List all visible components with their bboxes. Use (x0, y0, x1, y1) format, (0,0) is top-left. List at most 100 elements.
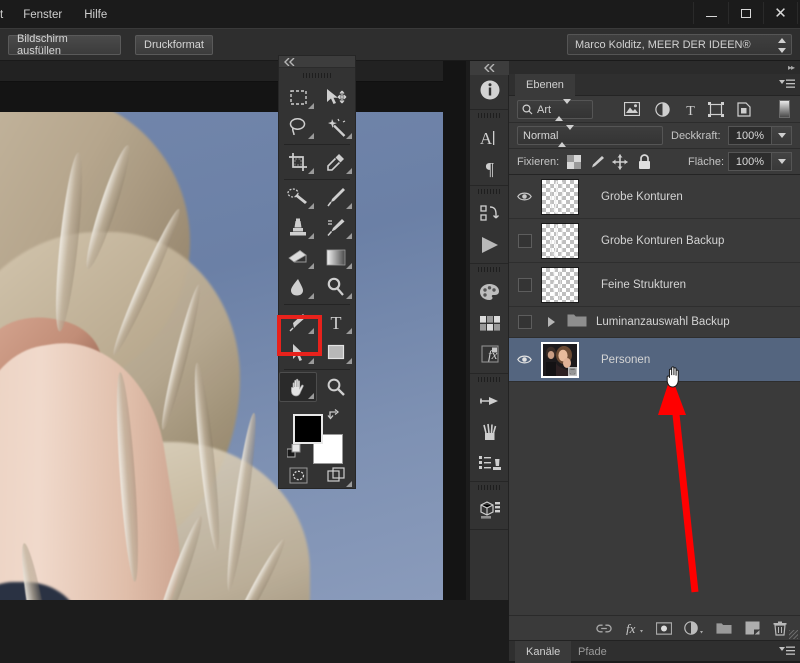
maximize-button[interactable] (728, 2, 763, 24)
brush-presets-icon[interactable] (470, 385, 509, 418)
styles-fx-icon[interactable]: fx (470, 338, 509, 370)
table-row[interactable]: Luminanzauswahl Backup (509, 307, 800, 338)
collapse-panel-button[interactable] (279, 56, 355, 68)
print-size-button[interactable]: Druckformat (135, 35, 213, 55)
lock-image-icon[interactable] (588, 153, 606, 170)
tab-pfade[interactable]: Pfade (567, 641, 618, 663)
layer-mask-icon[interactable] (656, 619, 672, 637)
actions-icon[interactable] (470, 197, 509, 230)
fill-dropdown-button[interactable] (771, 152, 792, 171)
layer-visibility-toggle[interactable] (509, 219, 540, 263)
menu-item-fenster[interactable]: Fenster (12, 7, 73, 23)
panel-grip[interactable] (279, 69, 355, 82)
brush-icon[interactable] (470, 418, 509, 448)
lasso-tool[interactable] (279, 112, 317, 142)
eraser-tool[interactable] (279, 242, 317, 272)
info-icon[interactable] (470, 73, 509, 106)
layer-visibility-toggle[interactable] (509, 338, 540, 382)
tab-kanaele[interactable]: Kanäle (515, 641, 572, 663)
table-row[interactable]: Grobe Konturen Backup (509, 219, 800, 263)
quick-mask-button[interactable] (279, 460, 317, 490)
panel-grip[interactable] (470, 186, 508, 197)
crop-tool[interactable] (279, 147, 317, 177)
gradient-tool[interactable] (317, 242, 355, 272)
blur-tool[interactable] (279, 272, 317, 302)
magic-wand-tool[interactable] (317, 112, 355, 142)
layer-list[interactable]: Grobe Konturen Grobe Konturen Backup Fei… (509, 175, 800, 615)
filter-enable-toggle[interactable] (779, 100, 790, 118)
swatches-icon[interactable] (470, 308, 509, 338)
lock-transparency-icon[interactable] (565, 153, 583, 170)
spot-healing-tool[interactable] (279, 182, 317, 212)
minimize-button[interactable] (693, 2, 728, 24)
link-layers-icon[interactable] (596, 619, 612, 637)
hand-tool[interactable] (279, 372, 317, 402)
svg-text:fx: fx (626, 621, 636, 635)
shape-filter-icon[interactable] (705, 99, 727, 119)
tab-label: Kanäle (526, 646, 561, 658)
panel-grip[interactable] (470, 264, 508, 275)
paragraph-icon[interactable]: ¶ (470, 154, 509, 182)
fill-value[interactable]: 100% (728, 152, 772, 171)
history-brush-tool[interactable] (317, 212, 355, 242)
filter-kind-select[interactable]: Art (517, 98, 593, 121)
brush-tool[interactable] (317, 182, 355, 212)
table-row[interactable]: Personen (509, 338, 800, 382)
new-layer-icon[interactable] (744, 619, 760, 637)
opacity-value[interactable]: 100% (728, 126, 772, 145)
type-tool[interactable]: T (317, 307, 355, 337)
clone-stamp-tool[interactable] (279, 212, 317, 242)
panel-grip[interactable] (470, 110, 508, 121)
panel-grip[interactable] (470, 482, 508, 493)
panel-menu-icon[interactable] (779, 646, 795, 658)
adjustment-layer-icon[interactable] (684, 619, 704, 637)
tab-ebenen[interactable]: Ebenen (515, 74, 575, 96)
resize-grip[interactable] (789, 630, 798, 639)
strip-collapse-button[interactable] (470, 61, 509, 75)
dodge-tool[interactable] (317, 272, 355, 302)
foreground-color-swatch[interactable] (293, 414, 323, 444)
3d-icon[interactable] (470, 493, 509, 526)
blend-mode-select[interactable]: Normal (517, 124, 663, 147)
workspace-selector[interactable]: Marco Kolditz, MEER DER IDEEN® (567, 34, 792, 55)
new-group-icon[interactable] (716, 619, 732, 637)
swap-colors-icon[interactable] (327, 408, 341, 425)
tab-label: Pfade (578, 646, 607, 658)
fill-screen-button[interactable]: Bildschirm ausfüllen (8, 33, 121, 57)
layer-thumbnail[interactable] (541, 266, 579, 303)
layer-thumbnail[interactable] (541, 222, 579, 259)
opacity-dropdown-button[interactable] (771, 126, 792, 145)
panel-menu-icon[interactable] (779, 79, 795, 91)
eyedropper-tool[interactable] (317, 147, 355, 177)
adjustment-filter-icon[interactable] (651, 99, 673, 119)
layer-thumbnail[interactable] (541, 178, 579, 215)
zoom-tool[interactable] (317, 372, 355, 402)
layer-thumbnail[interactable] (541, 341, 579, 378)
marquee-tool[interactable] (279, 82, 317, 112)
color-palette-icon[interactable] (470, 275, 509, 308)
delete-layer-icon[interactable] (772, 619, 788, 637)
tool-presets-icon[interactable] (470, 448, 509, 478)
disclosure-triangle-icon[interactable] (548, 317, 555, 327)
rectangle-tool[interactable] (317, 337, 355, 367)
menu-item-hilfe[interactable]: Hilfe (73, 7, 118, 23)
move-tool[interactable] (317, 82, 355, 112)
type-filter-icon[interactable]: T (679, 99, 701, 119)
layer-style-fx-icon[interactable]: fx (624, 619, 644, 637)
close-button[interactable]: ✕ (763, 2, 798, 24)
smart-object-filter-icon[interactable] (733, 99, 755, 119)
lock-all-icon[interactable] (635, 153, 653, 170)
pixel-filter-icon[interactable] (621, 99, 643, 119)
image-canvas[interactable] (0, 112, 443, 600)
table-row[interactable]: Feine Strukturen (509, 263, 800, 307)
expand-panels-icon[interactable]: ▸▸ (788, 63, 795, 72)
menu-item-clipped[interactable]: t (0, 7, 12, 23)
screen-mode-button[interactable] (317, 460, 355, 490)
panel-grip[interactable] (470, 374, 508, 385)
lock-position-icon[interactable] (611, 153, 629, 170)
table-row[interactable]: Grobe Konturen (509, 175, 800, 219)
layer-visibility-toggle[interactable] (509, 175, 540, 219)
character-icon[interactable]: A (470, 121, 509, 154)
play-icon[interactable] (470, 230, 509, 260)
document-tab-bar[interactable] (0, 61, 466, 82)
